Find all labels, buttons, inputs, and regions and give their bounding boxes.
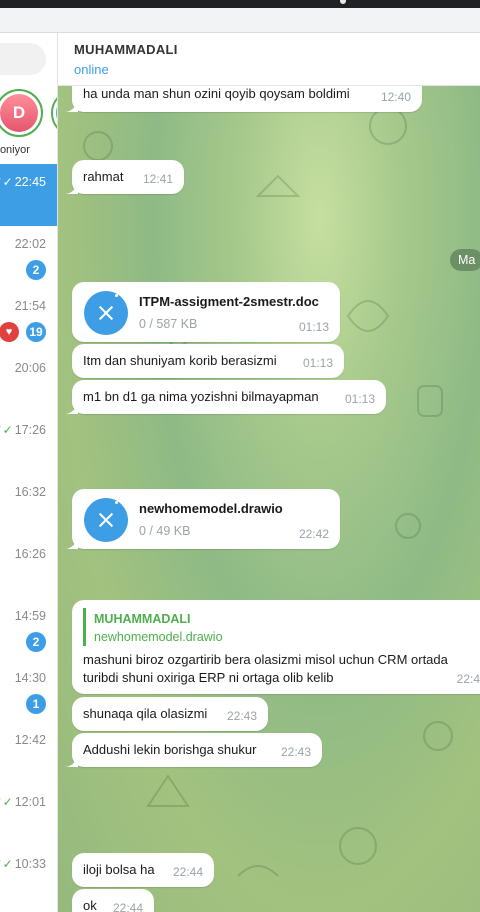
- story-avatar[interactable]: D: [0, 89, 43, 137]
- message-bubble[interactable]: Addushi lekin borishga shukur 22:43: [72, 733, 322, 767]
- contact-name: MUHAMMADALI: [74, 42, 178, 57]
- chat-time: 21:54: [14, 299, 46, 313]
- chat-list-item[interactable]: 12:42: [0, 722, 57, 784]
- date-service-label: Ma: [450, 249, 480, 271]
- chat-time: ✓✓10:33: [0, 857, 46, 871]
- reply-message[interactable]: MUHAMMADALI newhomemodel.drawio mashuni …: [72, 600, 480, 694]
- message-text: ha unda man shun ozini qoyib qoysam bold…: [83, 86, 350, 101]
- chat-time: 22:02: [14, 237, 46, 251]
- message-time: 22:43: [226, 709, 257, 723]
- system-top-bar: [0, 0, 480, 8]
- message-text: Itm dan shuniyam korib berasizmi: [83, 353, 277, 368]
- double-check-icon: ✓✓: [0, 795, 13, 809]
- story-name: Doniyor: [0, 144, 30, 156]
- file-name: newhomemodel.drawio: [139, 501, 283, 516]
- message-text: iloji bolsa ha: [83, 862, 155, 877]
- search-input[interactable]: [0, 43, 46, 75]
- unread-badge: 2: [26, 632, 46, 652]
- message-time: 12:40: [380, 90, 411, 104]
- file-name: ITPM-assigment-2smestr.doc: [139, 294, 319, 309]
- chat-list-item[interactable]: 14:59 2: [0, 598, 57, 660]
- message-time: 01:13: [302, 356, 333, 370]
- chat-list-item[interactable]: ✓✓12:01: [0, 784, 57, 846]
- message-time: 12:41: [142, 172, 173, 186]
- double-check-icon: ✓✓: [0, 175, 13, 189]
- chat-time: 20:06: [14, 361, 46, 375]
- chat-list-sidebar: D Doniyor ✓✓22:45 22:02 2 21:54 ♥ 19 20:…: [0, 33, 58, 912]
- chat-list-item[interactable]: 22:02 2: [0, 226, 57, 288]
- chat-list-item[interactable]: ✓✓17:26: [0, 412, 57, 474]
- message-bubble[interactable]: ha unda man shun ozini qoyib qoysam bold…: [72, 86, 422, 112]
- message-list[interactable]: ha unda man shun ozini qoyib qoysam bold…: [58, 86, 480, 912]
- chat-time: 16:26: [14, 547, 46, 561]
- double-check-icon: ✓✓: [0, 857, 13, 871]
- chat-header[interactable]: MUHAMMADALI online: [58, 33, 480, 86]
- heart-reaction-icon: ♥: [0, 322, 19, 342]
- cancel-download-icon[interactable]: [84, 498, 128, 542]
- message-bubble[interactable]: iloji bolsa ha 22:44: [72, 853, 214, 887]
- reply-quote[interactable]: MUHAMMADALI newhomemodel.drawio: [83, 608, 480, 646]
- chat-time: 16:32: [14, 485, 46, 499]
- chat-list-item[interactable]: 14:30 1: [0, 660, 57, 722]
- file-message[interactable]: ITPM-assigment-2smestr.doc 0 / 587 KB 01…: [72, 282, 340, 342]
- message-text: mashuni biroz ozgartirib bera olasizmi m…: [83, 652, 448, 685]
- message-bubble[interactable]: Itm dan shuniyam korib berasizmi 01:13: [72, 344, 344, 378]
- message-text: shunaqa qila olasizmi: [83, 706, 208, 721]
- message-bubble[interactable]: shunaqa qila olasizmi 22:43: [72, 697, 268, 731]
- unread-badge: 19: [26, 322, 46, 342]
- message-text: Addushi lekin borishga shukur: [83, 742, 257, 757]
- message-time: 22:44: [112, 901, 143, 912]
- reply-text: newhomemodel.drawio: [94, 630, 223, 644]
- chat-time: ✓✓17:26: [0, 423, 46, 437]
- chat-time: 14:59: [14, 609, 46, 623]
- notch-icon: [340, 0, 346, 4]
- message-time: 22:42: [298, 527, 329, 541]
- chat-time: ✓✓12:01: [0, 795, 46, 809]
- reply-author: MUHAMMADALI: [94, 612, 191, 626]
- chat-list-item[interactable]: 20:06: [0, 350, 57, 412]
- message-time: 01:13: [344, 392, 375, 406]
- file-size: 0 / 49 KB: [139, 524, 191, 538]
- story-avatar-2[interactable]: [51, 89, 57, 137]
- message-text: rahmat: [83, 169, 124, 184]
- chat-list-item[interactable]: 16:26: [0, 536, 57, 598]
- message-time: 22:43: [280, 745, 311, 759]
- message-bubble[interactable]: ok 22:44: [72, 889, 154, 912]
- file-message[interactable]: newhomemodel.drawio 0 / 49 KB 22:42: [72, 489, 340, 549]
- chat-list-item[interactable]: 16:32: [0, 474, 57, 536]
- message-time: 22:4: [456, 672, 480, 686]
- message-bubble[interactable]: m1 bn d1 ga nima yozishni bilmayapman 01…: [72, 380, 386, 414]
- file-size: 0 / 587 KB: [139, 317, 198, 331]
- chat-list-item[interactable]: ✓✓22:45: [0, 164, 57, 226]
- chat-list-item[interactable]: 21:54 ♥ 19: [0, 288, 57, 350]
- avatar: D: [0, 94, 38, 132]
- unread-badge: 2: [26, 260, 46, 280]
- double-check-icon: ✓✓: [0, 423, 13, 437]
- chat-time: ✓✓22:45: [0, 175, 46, 189]
- contact-status: online: [74, 62, 109, 77]
- message-text: ok: [83, 898, 97, 912]
- message-time: 22:44: [172, 865, 203, 879]
- browser-tab-strip: [0, 8, 480, 33]
- chat-time: 12:42: [14, 733, 46, 747]
- message-bubble[interactable]: rahmat 12:41: [72, 160, 184, 194]
- chat-list-item[interactable]: ✓✓10:33: [0, 846, 57, 908]
- unread-badge: 1: [26, 694, 46, 714]
- message-text: m1 bn d1 ga nima yozishni bilmayapman: [83, 389, 319, 404]
- chat-time: 14:30: [14, 671, 46, 685]
- message-time: 01:13: [298, 320, 329, 334]
- cancel-download-icon[interactable]: [84, 291, 128, 335]
